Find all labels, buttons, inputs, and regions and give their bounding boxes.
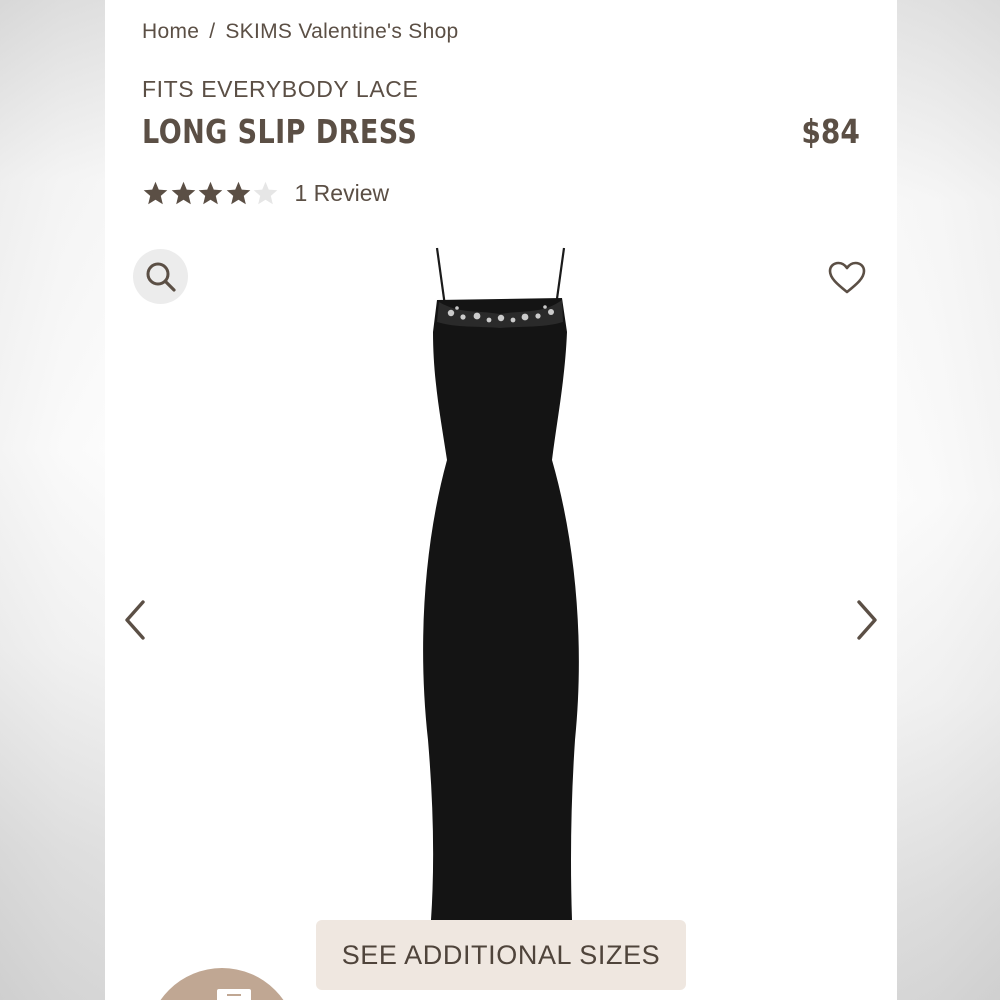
product-page: Home / SKIMS Valentine's Shop FITS EVERYBO… [105,0,897,1000]
product-rating[interactable]: 1 Review [142,180,389,207]
product-title: LONG SLIP DRESS [142,112,418,151]
product-price: $84 [801,112,860,151]
star-filled-icon [143,181,168,205]
breadcrumb: Home / SKIMS Valentine's Shop [142,20,459,44]
next-image-button[interactable] [851,598,881,642]
product-image-dress [423,247,579,920]
chat-icon [217,989,251,1000]
see-additional-sizes-button[interactable]: SEE ADDITIONAL SIZES [316,920,686,990]
background-left-edge [0,0,105,1000]
background-right-edge [897,0,1000,1000]
star-filled-icon [198,181,223,205]
breadcrumb-separator: / [209,20,216,43]
previous-image-button[interactable] [121,598,151,642]
review-count-link[interactable]: 1 Review [295,180,390,207]
breadcrumb-current-link[interactable]: SKIMS Valentine's Shop [225,20,458,43]
rating-stars [142,180,280,207]
favorite-button[interactable] [827,260,867,296]
star-empty-icon [253,181,278,205]
heart-icon [828,261,866,294]
chevron-right-icon [857,600,877,640]
chevron-left-icon [125,600,145,640]
product-collection: FITS EVERYBODY LACE [142,76,419,102]
chat-launcher-button[interactable] [147,968,297,1000]
breadcrumb-home-link[interactable]: Home [142,20,199,43]
star-filled-icon [171,181,195,205]
zoom-search-button[interactable] [133,249,188,304]
star-filled-icon [226,181,250,205]
search-icon [146,262,176,292]
